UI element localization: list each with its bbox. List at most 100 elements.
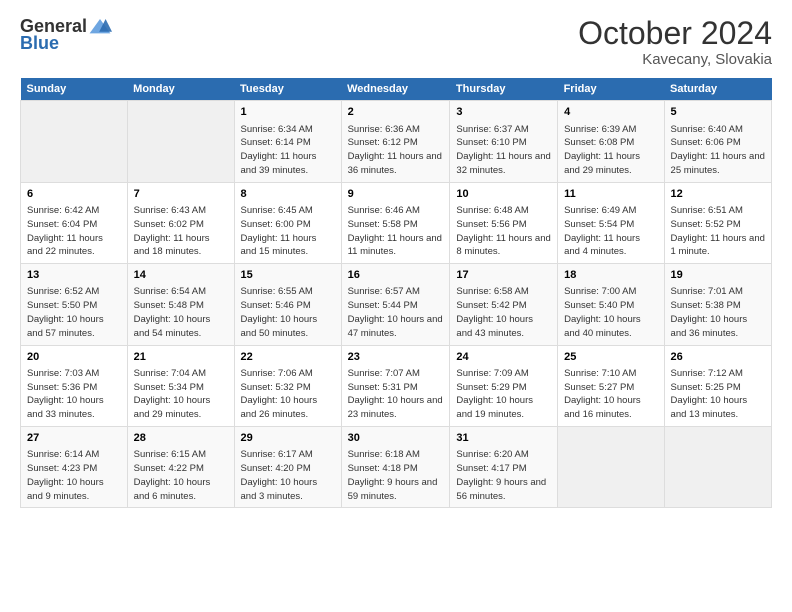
- table-row: 30 Sunrise: 6:18 AM Sunset: 4:18 PM Dayli…: [341, 427, 450, 508]
- day-number: 23: [348, 350, 444, 365]
- day-number: 11: [564, 187, 657, 202]
- table-row: 24 Sunrise: 7:09 AM Sunset: 5:29 PM Dayli…: [450, 345, 558, 426]
- day-info: Sunrise: 7:00 AM Sunset: 5:40 PM Dayligh…: [564, 285, 657, 340]
- day-info: Sunrise: 6:55 AM Sunset: 5:46 PM Dayligh…: [241, 285, 335, 340]
- day-info: Sunrise: 7:06 AM Sunset: 5:32 PM Dayligh…: [241, 367, 335, 422]
- day-number: 24: [456, 350, 551, 365]
- header-saturday: Saturday: [664, 78, 771, 101]
- table-row: 19 Sunrise: 7:01 AM Sunset: 5:38 PM Dayli…: [664, 264, 771, 345]
- day-number: 9: [348, 187, 444, 202]
- header-wednesday: Wednesday: [341, 78, 450, 101]
- calendar-table: Sunday Monday Tuesday Wednesday Thursday…: [20, 78, 772, 508]
- day-number: 14: [134, 268, 228, 283]
- day-info: Sunrise: 6:36 AM Sunset: 6:12 PM Dayligh…: [348, 123, 444, 178]
- day-info: Sunrise: 6:18 AM Sunset: 4:18 PM Dayligh…: [348, 448, 444, 503]
- day-info: Sunrise: 7:03 AM Sunset: 5:36 PM Dayligh…: [27, 367, 121, 422]
- header-monday: Monday: [127, 78, 234, 101]
- calendar-week-3: 13 Sunrise: 6:52 AM Sunset: 5:50 PM Dayli…: [21, 264, 772, 345]
- table-row: 4 Sunrise: 6:39 AM Sunset: 6:08 PM Daylig…: [558, 101, 664, 182]
- table-row: 16 Sunrise: 6:57 AM Sunset: 5:44 PM Dayli…: [341, 264, 450, 345]
- day-info: Sunrise: 6:37 AM Sunset: 6:10 PM Dayligh…: [456, 123, 551, 178]
- day-info: Sunrise: 6:14 AM Sunset: 4:23 PM Dayligh…: [27, 448, 121, 503]
- table-row: 26Sunrise: 7:12 AM Sunset: 5:25 PM Dayli…: [664, 345, 771, 426]
- header: General Blue October 2024 Kavecany, Slov…: [20, 16, 772, 68]
- day-info: Sunrise: 6:48 AM Sunset: 5:56 PM Dayligh…: [456, 204, 551, 259]
- day-info: Sunrise: 6:51 AM Sunset: 5:52 PM Dayligh…: [671, 204, 765, 259]
- calendar-week-2: 6 Sunrise: 6:42 AM Sunset: 6:04 PM Daylig…: [21, 182, 772, 263]
- day-number: 17: [456, 268, 551, 283]
- table-row: 3 Sunrise: 6:37 AM Sunset: 6:10 PM Daylig…: [450, 101, 558, 182]
- day-number: 16: [348, 268, 444, 283]
- day-info: Sunrise: 6:45 AM Sunset: 6:00 PM Dayligh…: [241, 204, 335, 259]
- day-number: 2: [348, 105, 444, 120]
- day-info: Sunrise: 7:01 AM Sunset: 5:38 PM Dayligh…: [671, 285, 765, 340]
- day-number: 4: [564, 105, 657, 120]
- day-number: 6: [27, 187, 121, 202]
- day-info: Sunrise: 6:46 AM Sunset: 5:58 PM Dayligh…: [348, 204, 444, 259]
- day-number: 21: [134, 350, 228, 365]
- table-row: [21, 101, 128, 182]
- table-row: [558, 427, 664, 508]
- day-number: 29: [241, 431, 335, 446]
- day-info: Sunrise: 6:17 AM Sunset: 4:20 PM Dayligh…: [241, 448, 335, 503]
- day-info: Sunrise: 7:07 AM Sunset: 5:31 PM Dayligh…: [348, 367, 444, 422]
- day-number: 30: [348, 431, 444, 446]
- calendar-week-1: 1Sunrise: 6:34 AM Sunset: 6:14 PM Daylig…: [21, 101, 772, 182]
- day-info: Sunrise: 6:42 AM Sunset: 6:04 PM Dayligh…: [27, 204, 121, 259]
- day-info: Sunrise: 6:20 AM Sunset: 4:17 PM Dayligh…: [456, 448, 551, 503]
- table-row: 14 Sunrise: 6:54 AM Sunset: 5:48 PM Dayli…: [127, 264, 234, 345]
- month-title: October 2024: [578, 16, 772, 51]
- day-info: Sunrise: 6:57 AM Sunset: 5:44 PM Dayligh…: [348, 285, 444, 340]
- day-number: 20: [27, 350, 121, 365]
- day-info: Sunrise: 7:12 AM Sunset: 5:25 PM Dayligh…: [671, 367, 765, 422]
- header-sunday: Sunday: [21, 78, 128, 101]
- day-number: 15: [241, 268, 335, 283]
- day-info: Sunrise: 7:04 AM Sunset: 5:34 PM Dayligh…: [134, 367, 228, 422]
- calendar-week-5: 27 Sunrise: 6:14 AM Sunset: 4:23 PM Dayli…: [21, 427, 772, 508]
- title-block: October 2024 Kavecany, Slovakia: [578, 16, 772, 68]
- logo-blue: Blue: [20, 33, 59, 54]
- day-number: 22: [241, 350, 335, 365]
- table-row: 15 Sunrise: 6:55 AM Sunset: 5:46 PM Dayli…: [234, 264, 341, 345]
- weekday-header-row: Sunday Monday Tuesday Wednesday Thursday…: [21, 78, 772, 101]
- table-row: 12 Sunrise: 6:51 AM Sunset: 5:52 PM Dayli…: [664, 182, 771, 263]
- day-info: Sunrise: 6:58 AM Sunset: 5:42 PM Dayligh…: [456, 285, 551, 340]
- table-row: [127, 101, 234, 182]
- day-number: 28: [134, 431, 228, 446]
- table-row: 29 Sunrise: 6:17 AM Sunset: 4:20 PM Dayli…: [234, 427, 341, 508]
- table-row: 1Sunrise: 6:34 AM Sunset: 6:14 PM Daylig…: [234, 101, 341, 182]
- day-number: 13: [27, 268, 121, 283]
- day-number: 31: [456, 431, 551, 446]
- table-row: 28 Sunrise: 6:15 AM Sunset: 4:22 PM Dayli…: [127, 427, 234, 508]
- table-row: 11 Sunrise: 6:49 AM Sunset: 5:54 PM Dayli…: [558, 182, 664, 263]
- day-info: Sunrise: 6:39 AM Sunset: 6:08 PM Dayligh…: [564, 123, 657, 178]
- table-row: 9 Sunrise: 6:46 AM Sunset: 5:58 PM Daylig…: [341, 182, 450, 263]
- day-info: Sunrise: 6:52 AM Sunset: 5:50 PM Dayligh…: [27, 285, 121, 340]
- table-row: 31 Sunrise: 6:20 AM Sunset: 4:17 PM Dayli…: [450, 427, 558, 508]
- day-number: 5: [671, 105, 765, 120]
- table-row: 22 Sunrise: 7:06 AM Sunset: 5:32 PM Dayli…: [234, 345, 341, 426]
- table-row: 5 Sunrise: 6:40 AM Sunset: 6:06 PM Daylig…: [664, 101, 771, 182]
- header-friday: Friday: [558, 78, 664, 101]
- page: General Blue October 2024 Kavecany, Slov…: [0, 0, 792, 518]
- table-row: 10Sunrise: 6:48 AM Sunset: 5:56 PM Dayli…: [450, 182, 558, 263]
- table-row: 20 Sunrise: 7:03 AM Sunset: 5:36 PM Dayli…: [21, 345, 128, 426]
- day-info: Sunrise: 6:15 AM Sunset: 4:22 PM Dayligh…: [134, 448, 228, 503]
- day-number: 7: [134, 187, 228, 202]
- day-info: Sunrise: 6:49 AM Sunset: 5:54 PM Dayligh…: [564, 204, 657, 259]
- day-number: 3: [456, 105, 551, 120]
- day-info: Sunrise: 6:40 AM Sunset: 6:06 PM Dayligh…: [671, 123, 765, 178]
- day-number: 27: [27, 431, 121, 446]
- day-info: Sunrise: 6:54 AM Sunset: 5:48 PM Dayligh…: [134, 285, 228, 340]
- day-info: Sunrise: 7:09 AM Sunset: 5:29 PM Dayligh…: [456, 367, 551, 422]
- table-row: 25Sunrise: 7:10 AM Sunset: 5:27 PM Dayli…: [558, 345, 664, 426]
- logo-icon: [88, 17, 112, 37]
- day-info: Sunrise: 6:43 AM Sunset: 6:02 PM Dayligh…: [134, 204, 228, 259]
- logo: General Blue: [20, 16, 112, 54]
- day-number: 12: [671, 187, 765, 202]
- table-row: 21 Sunrise: 7:04 AM Sunset: 5:34 PM Dayli…: [127, 345, 234, 426]
- table-row: [664, 427, 771, 508]
- day-number: 19: [671, 268, 765, 283]
- day-info: Sunrise: 7:10 AM Sunset: 5:27 PM Dayligh…: [564, 367, 657, 422]
- table-row: 8Sunrise: 6:45 AM Sunset: 6:00 PM Daylig…: [234, 182, 341, 263]
